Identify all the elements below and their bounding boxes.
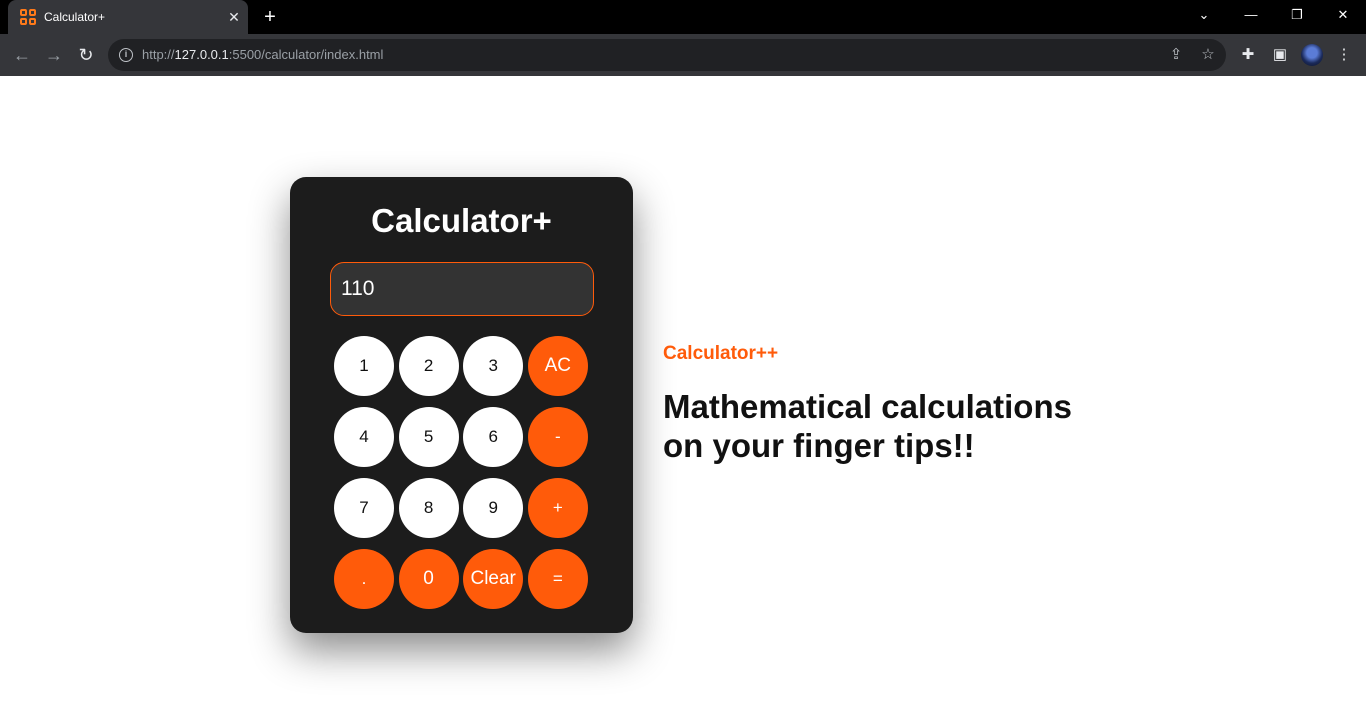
key-minus-button[interactable]: - (527, 407, 588, 467)
bookmark-star-icon[interactable]: ☆ (1198, 45, 1218, 65)
key-9-button[interactable]: 9 (463, 478, 524, 538)
site-info-icon[interactable]: i (119, 48, 133, 62)
calculator-panel: Calculator+ 123AC 456- 789+.0Clear= (290, 177, 633, 633)
reload-icon[interactable]: ↻ (74, 43, 98, 67)
tagline-line-1: Mathematical calculations (663, 388, 1072, 425)
keypad: 1 2 3 AC 4 5 6- 7 8 9 +. 0 Clear = (334, 336, 588, 609)
browser-titlebar: Calculator+ ✕ + ⌄ — ❐ ✕ (0, 0, 1366, 34)
minimize-button[interactable]: — (1228, 0, 1274, 30)
tab-title: Calculator+ (44, 10, 106, 24)
key-plus-button[interactable]: + (527, 478, 588, 538)
url-text[interactable]: http://127.0.0.1:5500/calculator/index.h… (142, 47, 383, 62)
key-clear-button[interactable]: Clear (463, 549, 524, 609)
profile-avatar[interactable] (1301, 44, 1323, 66)
key-dot-button[interactable]: . (334, 549, 394, 609)
key-1-button[interactable]: 1 (334, 336, 394, 396)
restore-button[interactable]: ❐ (1274, 0, 1320, 30)
key-equals-button[interactable]: = (527, 549, 588, 609)
calculator-display[interactable] (330, 262, 594, 316)
tab-search-icon[interactable]: ⌄ (1181, 0, 1227, 30)
calculator-title: Calculator+ (371, 202, 552, 239)
key-3-button[interactable]: 3 (463, 336, 524, 396)
browser-toolbar: ← → ↻ i http://127.0.0.1:5500/calculator… (0, 34, 1366, 76)
key-0-button[interactable]: 0 (398, 549, 459, 609)
key-2-button[interactable]: 2 (398, 336, 459, 396)
tab-close-icon[interactable]: ✕ (224, 7, 244, 27)
browser-tab[interactable]: Calculator+ ✕ (8, 0, 248, 34)
tagline: Mathematical calculations on your finger… (663, 387, 1103, 465)
tagline-line-2: on your finger tips!! (663, 427, 975, 464)
key-6-button[interactable]: 6 (463, 407, 524, 467)
close-window-button[interactable]: ✕ (1320, 0, 1366, 30)
app-grid-icon (20, 9, 36, 25)
key-7-button[interactable]: 7 (334, 478, 394, 538)
extensions-puzzle-icon[interactable]: ✚ (1237, 44, 1259, 66)
key-ac-button[interactable]: AC (527, 336, 588, 396)
forward-arrow-icon[interactable]: → (42, 43, 66, 67)
new-tab-button[interactable]: + (258, 5, 282, 29)
key-5-button[interactable]: 5 (398, 407, 459, 467)
address-bar[interactable]: i http://127.0.0.1:5500/calculator/index… (108, 39, 1226, 71)
back-arrow-icon[interactable]: ← (10, 43, 34, 67)
key-4-button[interactable]: 4 (334, 407, 394, 467)
share-icon[interactable]: ⇪ (1166, 45, 1186, 65)
side-panel-icon[interactable]: ▣ (1269, 44, 1291, 66)
menu-kebab-icon[interactable]: ⋮ (1333, 44, 1355, 66)
brand-name: Calculator++ (663, 343, 779, 364)
key-8-button[interactable]: 8 (398, 478, 459, 538)
